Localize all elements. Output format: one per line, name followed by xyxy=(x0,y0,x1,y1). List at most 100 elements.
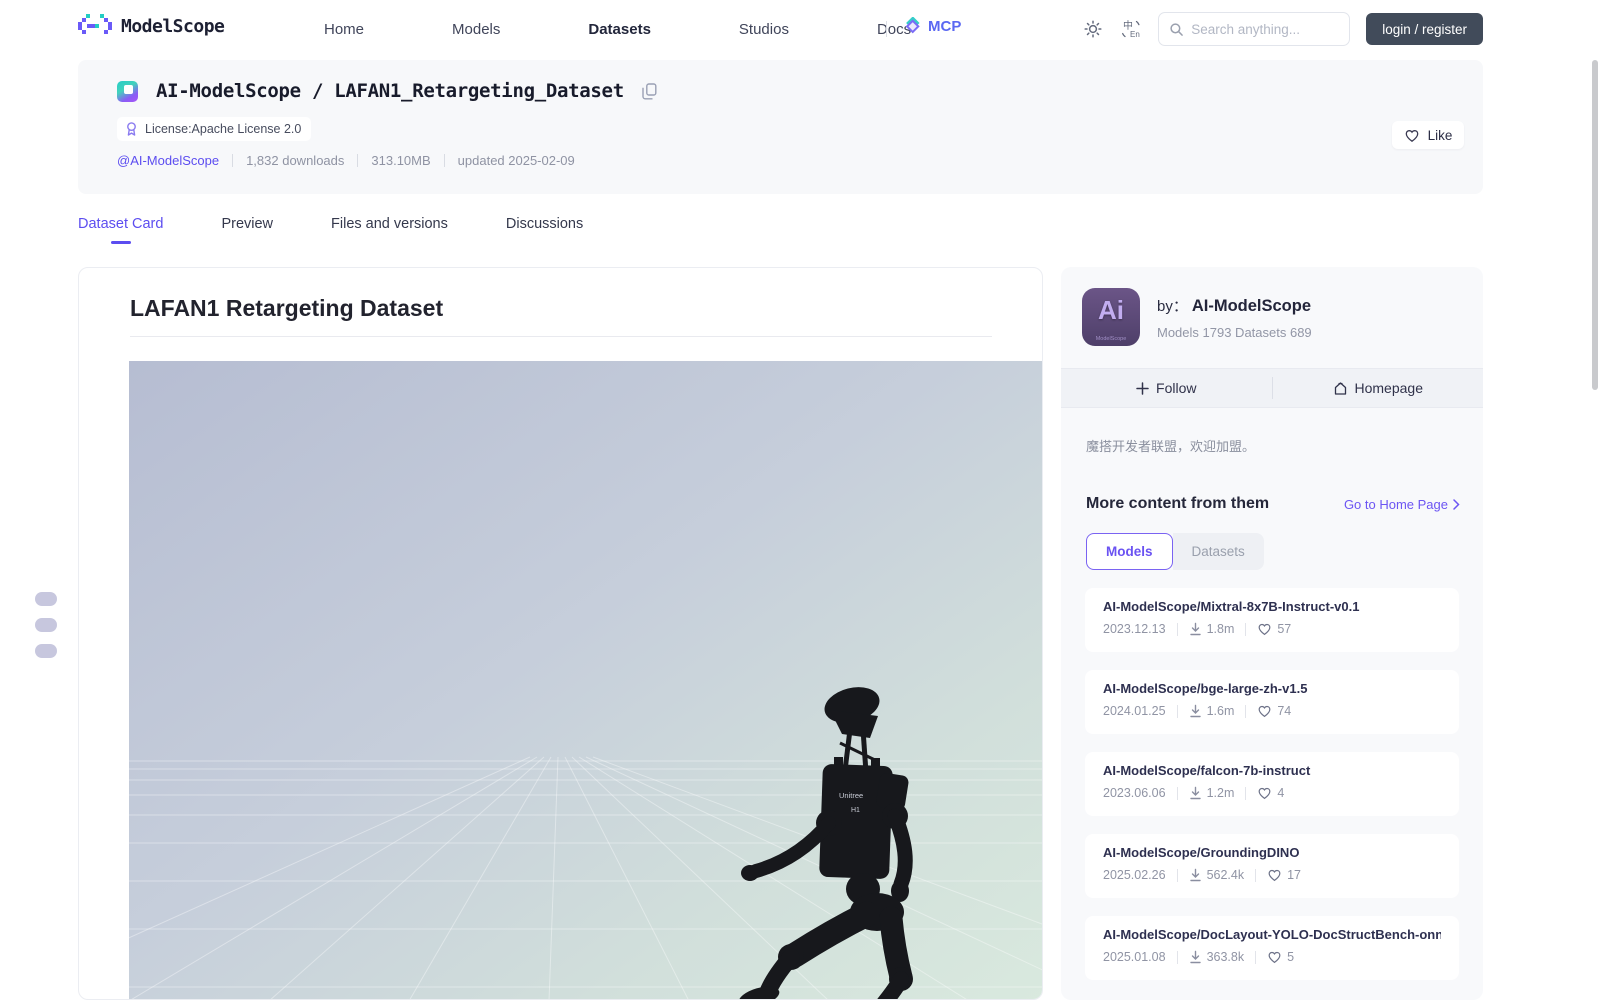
meta-divider xyxy=(1245,786,1247,800)
page-tabs: Dataset Card Preview Files and versions … xyxy=(78,216,583,244)
heart-icon xyxy=(1268,869,1281,882)
homepage-button[interactable]: Homepage xyxy=(1273,369,1484,407)
license-badge[interactable]: License:Apache License 2.0 xyxy=(117,117,312,141)
models-datasets-toggle: Models Datasets xyxy=(1086,533,1264,570)
nav-item-label: Models xyxy=(452,20,501,38)
owner-link[interactable]: @AI-ModelScope xyxy=(117,153,219,168)
side-widget-pill[interactable] xyxy=(35,592,57,606)
theme-toggle-sun-icon[interactable] xyxy=(1082,18,1104,40)
mcp-diamond-icon xyxy=(905,17,920,34)
model-card[interactable]: AI-ModelScope/Mixtral-8x7B-Instruct-v0.1… xyxy=(1085,588,1459,652)
model-card-title: AI-ModelScope/Mixtral-8x7B-Instruct-v0.1 xyxy=(1103,599,1360,614)
model-card[interactable]: AI-ModelScope/GroundingDINO 2025.02.26 5… xyxy=(1085,834,1459,898)
side-widget-pill[interactable] xyxy=(35,618,57,632)
model-card[interactable]: AI-ModelScope/DocLayout-YOLO-DocStructBe… xyxy=(1085,916,1459,980)
license-label: License:Apache License 2.0 xyxy=(145,122,302,136)
search-box xyxy=(1158,12,1351,46)
model-card-date: 2024.01.25 xyxy=(1103,704,1166,718)
model-card-meta: 2023.12.13 1.8m 57 xyxy=(1103,622,1441,636)
nav-item[interactable]: Home xyxy=(280,21,408,38)
model-card[interactable]: AI-ModelScope/falcon-7b-instruct 2023.06… xyxy=(1085,752,1459,816)
home-icon xyxy=(1334,381,1346,395)
model-card-likes-count: 5 xyxy=(1287,950,1295,964)
mcp-link[interactable]: MCP xyxy=(903,17,961,36)
download-icon xyxy=(1189,868,1201,882)
meta-divider xyxy=(1255,950,1257,964)
like-label: Like xyxy=(1427,127,1453,143)
nav-item[interactable]: Datasets xyxy=(544,21,695,38)
robot-hero-image: Unitree H1 xyxy=(79,361,1042,999)
model-card-meta: 2023.06.06 1.2m 4 xyxy=(1103,786,1441,800)
nav-item[interactable]: Models xyxy=(408,21,544,38)
nav-item[interactable]: Studios xyxy=(695,21,833,38)
tab-label: Discussions xyxy=(505,216,584,232)
model-card-likes: 4 xyxy=(1257,786,1284,800)
license-award-icon xyxy=(127,122,136,136)
model-card-title: AI-ModelScope/GroundingDINO xyxy=(1103,845,1300,860)
stat-divider xyxy=(357,154,359,167)
dataset-logo-icon xyxy=(117,80,138,102)
meta-divider xyxy=(1245,622,1247,636)
model-card-likes: 17 xyxy=(1267,868,1301,882)
search-input[interactable] xyxy=(1191,21,1332,37)
heart-icon xyxy=(1405,129,1418,142)
copy-icon[interactable] xyxy=(642,82,657,100)
robot-label: Unitree xyxy=(839,791,863,800)
model-card[interactable]: AI-ModelScope/bge-large-zh-v1.5 2024.01.… xyxy=(1085,670,1459,734)
model-card-date: 2023.12.13 xyxy=(1103,622,1166,636)
tab-label: Files and versions xyxy=(331,216,448,232)
model-card-downloads: 1.6m xyxy=(1189,704,1235,718)
model-card-downloads: 1.2m xyxy=(1189,786,1235,800)
model-card-downloads-count: 1.6m xyxy=(1206,704,1235,718)
model-card-downloads: 562.4k xyxy=(1189,868,1244,882)
floating-side-widgets xyxy=(35,592,57,658)
by-label: by： xyxy=(1157,298,1188,315)
like-button[interactable]: Like xyxy=(1392,121,1464,149)
model-card-likes: 57 xyxy=(1257,622,1291,636)
robot-label: H1 xyxy=(851,807,860,814)
model-card-title: AI-ModelScope/falcon-7b-instruct xyxy=(1103,763,1311,778)
tab[interactable]: Discussions xyxy=(506,216,583,244)
tab[interactable]: Dataset Card xyxy=(78,216,163,244)
tab[interactable]: Files and versions xyxy=(331,216,448,244)
brand-text: ModelScope xyxy=(121,15,225,37)
page-scrollbar-thumb[interactable] xyxy=(1592,60,1598,390)
model-card-likes-count: 17 xyxy=(1287,868,1301,882)
follow-homepage-bar: Follow Homepage xyxy=(1061,368,1483,408)
login-register-button[interactable]: login / register xyxy=(1366,13,1483,45)
tab-label: Preview xyxy=(221,216,274,232)
model-card-downloads-count: 1.2m xyxy=(1206,786,1235,800)
model-card-likes-count: 4 xyxy=(1277,786,1285,800)
meta-divider xyxy=(1245,704,1247,718)
owner-slogan: 魔搭开发者联盟，欢迎加盟。 xyxy=(1086,439,1256,454)
model-card-downloads-count: 363.8k xyxy=(1206,950,1245,964)
avatar-ai-mark: Ai xyxy=(1098,295,1124,325)
owner-stats: Models 1793 Datasets 689 xyxy=(1157,325,1312,340)
follow-button[interactable]: Follow xyxy=(1061,369,1272,407)
avatar-brand-mark: ModelScope xyxy=(1095,336,1127,342)
meta-divider xyxy=(1176,868,1178,882)
meta-divider xyxy=(1255,868,1257,882)
chevron-right-icon xyxy=(1453,498,1460,510)
side-widget-pill[interactable] xyxy=(35,644,57,658)
model-card-title: AI-ModelScope/DocLayout-YOLO-DocStructBe… xyxy=(1103,927,1441,942)
tab-label: Dataset Card xyxy=(78,216,164,232)
stat-divider xyxy=(443,154,445,167)
tab[interactable]: Preview xyxy=(221,216,273,244)
top-nav: ModelScope Home Models Datasets Studios … xyxy=(0,0,1600,58)
modelscope-logo[interactable]: ModelScope xyxy=(78,14,225,38)
meta-divider xyxy=(1176,950,1178,964)
heart-icon xyxy=(1258,623,1271,636)
toggle-segment[interactable]: Datasets xyxy=(1172,533,1264,570)
author-name-link[interactable]: AI-ModelScope xyxy=(1192,297,1311,316)
search-icon xyxy=(1170,22,1184,36)
language-toggle-icon[interactable]: 中 En xyxy=(1120,18,1142,40)
toggle-segment[interactable]: Models xyxy=(1086,533,1173,570)
robot-scene: Unitree H1 xyxy=(79,361,1042,999)
dataset-title: AI-ModelScope / LAFAN1_Retargeting_Datas… xyxy=(156,80,624,102)
download-icon xyxy=(1189,950,1201,964)
author-avatar[interactable]: Ai ModelScope xyxy=(1082,288,1140,346)
model-card-date: 2025.01.08 xyxy=(1103,950,1166,964)
go-to-home-page-link[interactable]: Go to Home Page xyxy=(1344,497,1460,512)
nav-item-label: Studios xyxy=(738,20,789,38)
